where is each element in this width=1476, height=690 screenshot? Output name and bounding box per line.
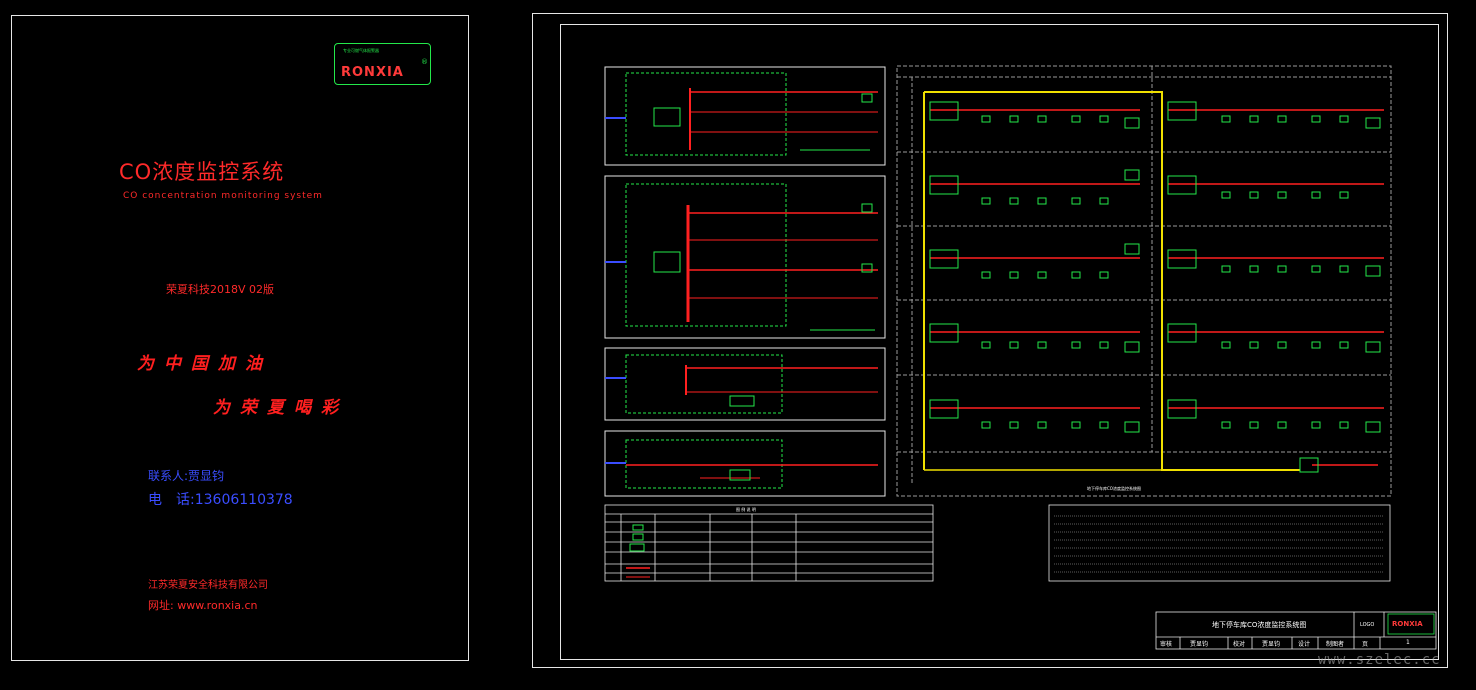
title-block-cell-5: 制图者 [1326, 641, 1345, 648]
main-bus-label: 地下停车库CO浓度监控系统图 [1087, 486, 1141, 491]
notes-block [1048, 504, 1391, 582]
legend-symbols [626, 524, 650, 578]
title-block-cell-6: 页 [1362, 641, 1369, 648]
title-block-cell-0: 审核 [1160, 641, 1173, 648]
title-block-cell-2: 校对 [1233, 641, 1246, 648]
title-block-drawing-title: 地下停车库CO浓度监控系统图 [1212, 621, 1307, 629]
title-block-logo-label: LOGO [1360, 622, 1375, 628]
watermark: www.szelec.cc [1318, 652, 1441, 668]
title-block-brand: RONXIA [1392, 620, 1423, 628]
sub-diagram-3 [604, 347, 886, 421]
legend-title: 图 例 说 明 [736, 507, 756, 512]
title-block-cell-3: 贾显钧 [1262, 641, 1281, 648]
legend-table [604, 504, 934, 582]
main-diagram [896, 65, 1392, 497]
title-block-cell-7: 1 [1406, 639, 1410, 646]
sub-diagram-4 [604, 430, 886, 497]
title-block-cell-4: 设计 [1298, 641, 1311, 648]
title-block-cell-1: 贾显钧 [1190, 641, 1209, 648]
drawing-schematic [604, 65, 1437, 650]
sub-diagram-1 [604, 66, 886, 166]
sub-diagram-2 [604, 175, 886, 339]
